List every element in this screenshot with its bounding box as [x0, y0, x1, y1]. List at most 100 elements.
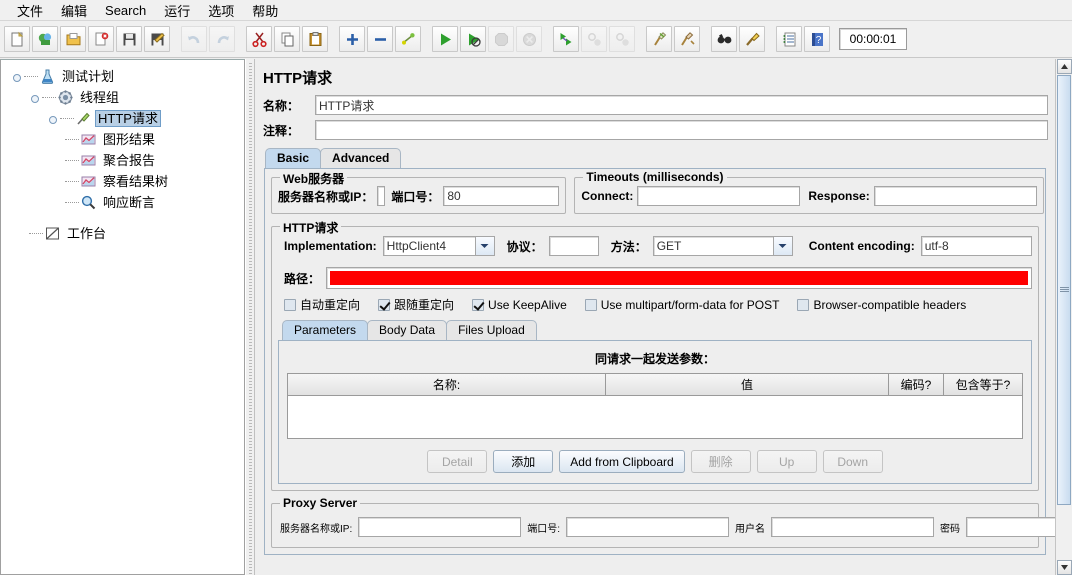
tree-node-workbench[interactable]: 工作台	[7, 223, 244, 244]
undo-icon[interactable]	[181, 26, 207, 52]
checkbox-box[interactable]	[378, 298, 391, 311]
tree-node-http-request[interactable]: HTTP请求	[7, 108, 244, 129]
help-icon[interactable]: ?	[804, 26, 830, 52]
start-remote-icon[interactable]	[553, 26, 579, 52]
down-button[interactable]: Down	[822, 450, 883, 473]
tree-node-graph-results[interactable]: 图形结果	[7, 129, 244, 150]
proxy-port-input[interactable]	[566, 517, 730, 537]
clear-all-icon[interactable]	[674, 26, 700, 52]
menu-help[interactable]: 帮助	[243, 0, 287, 22]
copy-icon[interactable]	[274, 26, 300, 52]
checkbox-use-multipart[interactable]: Use multipart/form-data for POST	[584, 298, 779, 312]
up-button[interactable]: Up	[756, 450, 817, 473]
function-helper-icon[interactable]	[776, 26, 802, 52]
connect-input[interactable]	[637, 186, 801, 206]
tree-node-aggregate-report[interactable]: 聚合报告	[7, 150, 244, 171]
stop-icon[interactable]	[488, 26, 514, 52]
tree-node-response-assertion[interactable]: 响应断言	[7, 192, 244, 213]
encoding-input[interactable]	[920, 236, 1032, 256]
implementation-select[interactable]: HttpClient4	[382, 236, 495, 256]
checkbox-box[interactable]	[472, 298, 485, 311]
cut-icon[interactable]	[246, 26, 272, 52]
tree-node-thread-group[interactable]: 线程组	[7, 87, 244, 108]
tab-advanced[interactable]: Advanced	[320, 148, 402, 168]
vertical-scrollbar[interactable]	[1055, 59, 1072, 575]
menu-options[interactable]: 选项	[199, 0, 243, 22]
server-input[interactable]	[377, 186, 386, 206]
table-header-row: 名称: 值 编码? 包含等于?	[288, 374, 1022, 396]
scroll-up-button[interactable]	[1056, 59, 1072, 74]
menu-run[interactable]: 运行	[155, 0, 199, 22]
scrollbar-thumb[interactable]	[1057, 75, 1071, 505]
open-folder-icon[interactable]	[60, 26, 86, 52]
path-input[interactable]	[326, 267, 1032, 289]
checkbox-use-keepalive[interactable]: Use KeepAlive	[472, 298, 567, 312]
start-no-pauses-icon[interactable]	[460, 26, 486, 52]
menu-file[interactable]: 文件	[8, 0, 52, 22]
split-divider[interactable]	[245, 59, 255, 575]
proxy-server-input[interactable]	[358, 517, 522, 537]
templates-icon[interactable]	[32, 26, 58, 52]
detail-button[interactable]: Detail	[427, 450, 488, 473]
port-input[interactable]	[443, 186, 560, 206]
chevron-down-icon[interactable]	[474, 237, 494, 255]
proxy-username-input[interactable]	[771, 517, 935, 537]
checkbox-follow-redirects[interactable]: 跟随重定向	[378, 296, 454, 313]
comment-label: 注释：	[263, 123, 300, 138]
add-button[interactable]: 添加	[493, 450, 554, 473]
checkbox-box[interactable]	[797, 298, 810, 311]
method-select[interactable]: GET	[652, 236, 793, 256]
redo-icon[interactable]	[209, 26, 235, 52]
checkbox-box[interactable]	[284, 298, 296, 311]
clear-icon[interactable]	[646, 26, 672, 52]
parameters-table[interactable]: 名称: 值 编码? 包含等于?	[287, 373, 1023, 439]
checkbox-auto-redirect[interactable]: 自动重定向	[284, 296, 360, 313]
new-document-icon[interactable]	[4, 26, 30, 52]
scroll-down-button[interactable]	[1056, 560, 1072, 575]
shutdown-icon[interactable]	[516, 26, 542, 52]
main-split: 测试计划 线程组 HTTP请求 图形结果 聚合报告 察看结果树 响应断言 工作台…	[0, 59, 1072, 575]
column-header-encode[interactable]: 编码?	[889, 374, 944, 395]
column-header-include-equals[interactable]: 包含等于?	[944, 374, 1022, 395]
tab-files-upload[interactable]: Files Upload	[446, 320, 537, 340]
test-plan-tree-pane[interactable]: 测试计划 线程组 HTTP请求 图形结果 聚合报告 察看结果树 响应断言 工作台	[0, 59, 245, 575]
add-from-clipboard-button[interactable]: Add from Clipboard	[559, 450, 685, 473]
start-icon[interactable]	[432, 26, 458, 52]
tree-node-view-results-tree[interactable]: 察看结果树	[7, 171, 244, 192]
name-input[interactable]	[315, 95, 1048, 115]
paste-icon[interactable]	[302, 26, 328, 52]
stop-remote-icon[interactable]	[581, 26, 607, 52]
expand-all-icon[interactable]	[339, 26, 365, 52]
comment-input[interactable]	[315, 120, 1048, 140]
tab-basic[interactable]: Basic	[265, 148, 322, 168]
expander-icon[interactable]	[29, 91, 42, 104]
chevron-down-icon[interactable]	[772, 237, 792, 255]
web-server-group: Web服务器 服务器名称或IP： 端口号：	[271, 170, 567, 214]
basic-tab-body: Web服务器 服务器名称或IP： 端口号： Timeouts (millisec…	[264, 168, 1072, 555]
tree-node-test-plan[interactable]: 测试计划	[7, 66, 244, 87]
shutdown-remote-icon[interactable]	[609, 26, 635, 52]
column-header-value[interactable]: 值	[606, 374, 889, 395]
checkbox-box[interactable]	[584, 298, 597, 311]
menu-search[interactable]: Search	[96, 1, 155, 20]
http-request-editor: HTTP请求 名称： 注释： Basic Advanced Web服务器	[255, 59, 1072, 575]
delete-button[interactable]: 删除	[690, 450, 751, 473]
menu-edit[interactable]: 编辑	[52, 0, 96, 22]
save-icon[interactable]	[116, 26, 142, 52]
name-label: 名称：	[263, 98, 300, 113]
search-icon[interactable]	[711, 26, 737, 52]
protocol-input[interactable]	[548, 236, 599, 256]
reset-search-icon[interactable]	[739, 26, 765, 52]
collapse-all-icon[interactable]	[367, 26, 393, 52]
column-header-name[interactable]: 名称:	[288, 374, 606, 395]
name-row: 名称：	[255, 94, 1072, 116]
checkbox-browser-compatible-headers[interactable]: Browser-compatible headers	[797, 298, 966, 312]
close-document-icon[interactable]	[88, 26, 114, 52]
response-input[interactable]	[873, 186, 1037, 206]
tab-parameters[interactable]: Parameters	[282, 320, 369, 340]
expander-icon[interactable]	[47, 112, 60, 125]
toggle-icon[interactable]	[395, 26, 421, 52]
tab-body-data[interactable]: Body Data	[367, 320, 448, 340]
save-as-icon[interactable]	[144, 26, 170, 52]
expander-icon[interactable]	[11, 70, 24, 83]
